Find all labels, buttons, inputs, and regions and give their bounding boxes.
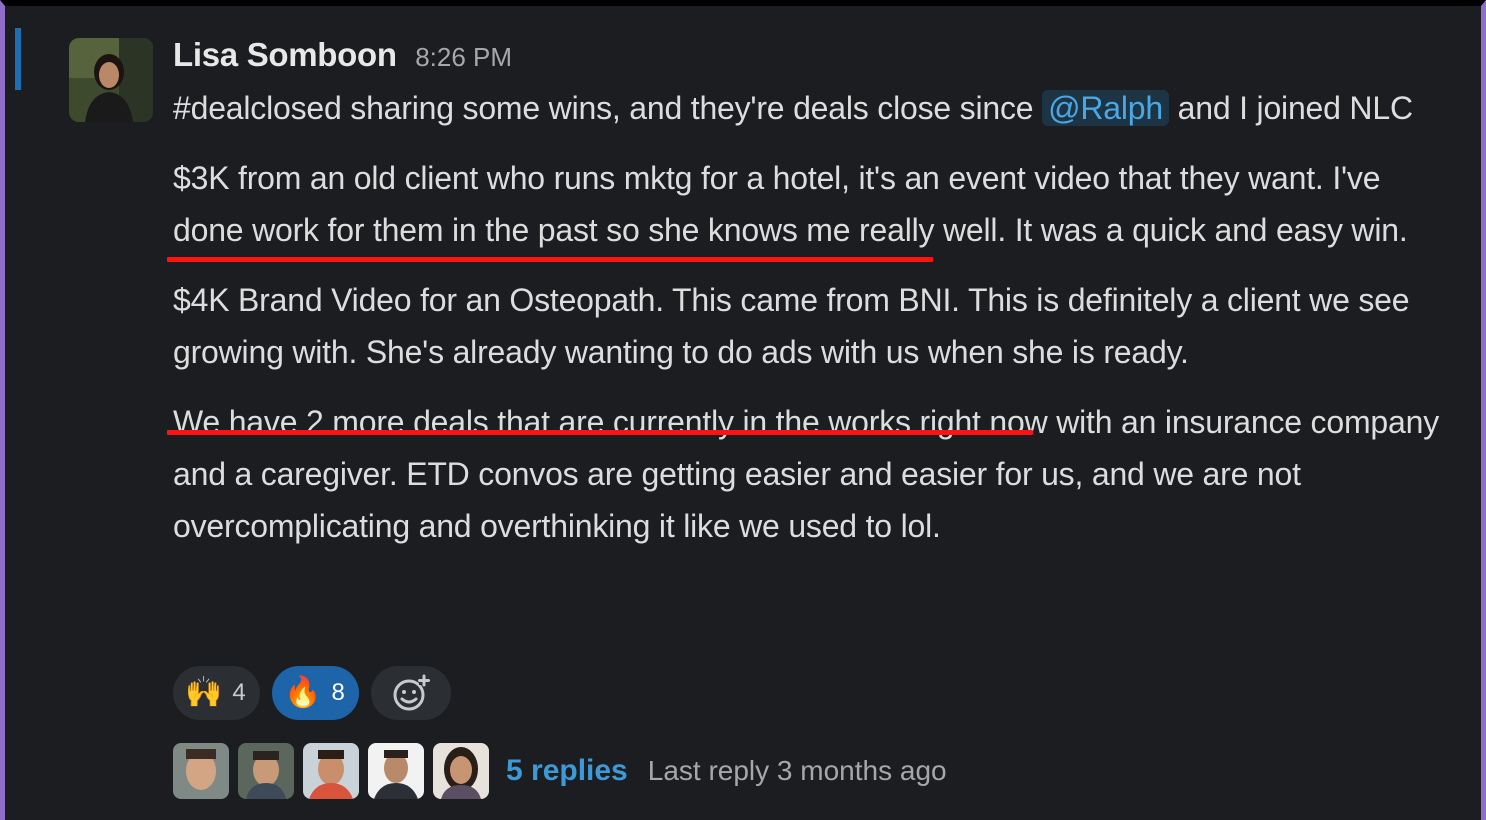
annotation-underline	[167, 257, 933, 262]
reply-avatar	[238, 743, 294, 799]
add-emoji-icon	[393, 674, 431, 711]
sender-avatar[interactable]	[69, 38, 153, 122]
text: #dealclosed sharing some wins, and they'…	[173, 90, 1043, 126]
paragraph-3: $4K Brand Video for an Osteopath. This c…	[173, 282, 1410, 370]
thread-summary[interactable]: 5 replies Last reply 3 months ago	[173, 742, 947, 800]
reply-avatar	[173, 743, 229, 799]
user-mention[interactable]: @Ralph	[1042, 90, 1169, 126]
reaction-count: 4	[232, 679, 246, 706]
reaction-raised-hands[interactable]: 🙌 4	[173, 666, 260, 720]
annotation-underline	[167, 430, 1033, 435]
paragraph-4: We have 2 more deals that are currently …	[173, 404, 1439, 544]
add-reaction-button[interactable]	[371, 666, 452, 720]
message-timestamp[interactable]: 8:26 PM	[415, 42, 512, 72]
reply-avatar	[303, 743, 359, 799]
reply-avatar	[368, 743, 424, 799]
message-panel: Lisa Somboon 8:26 PM #dealclosed sharing…	[0, 0, 1486, 820]
reactions-bar: 🙌 4 🔥 8	[173, 666, 452, 722]
fire-icon: 🔥	[284, 676, 322, 709]
raised-hands-icon: 🙌	[185, 676, 223, 709]
text: and I joined NLC	[1168, 90, 1413, 126]
paragraph-2: $3K from an old client who runs mktg for…	[173, 160, 1408, 248]
reaction-fire[interactable]: 🔥 8	[272, 666, 359, 720]
reaction-count: 8	[331, 679, 345, 706]
unread-indicator	[15, 28, 21, 90]
last-reply-text: Last reply 3 months ago	[647, 755, 947, 786]
sender-name[interactable]: Lisa Somboon	[173, 36, 397, 73]
message-header: Lisa Somboon 8:26 PM	[173, 36, 512, 80]
reply-avatar	[433, 743, 489, 799]
message-body: #dealclosed sharing some wins, and they'…	[173, 82, 1453, 570]
replies-link[interactable]: 5 replies	[506, 754, 628, 788]
paragraph-1: #dealclosed sharing some wins, and they'…	[173, 82, 1453, 134]
